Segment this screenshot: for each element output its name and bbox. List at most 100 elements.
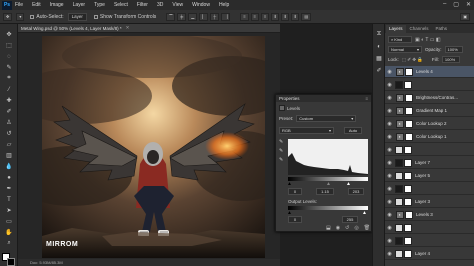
maximize-icon[interactable]: ▢ — [453, 1, 459, 8]
layer-mask-thumbnail[interactable] — [405, 93, 413, 102]
document-tab[interactable]: Metal Wing.psd @ 50% (Levels 4, Layer Ma… — [18, 24, 280, 33]
eraser-tool-icon[interactable]: ▱ — [4, 140, 14, 149]
eye-icon[interactable]: ◉ — [385, 134, 394, 140]
layer-row[interactable]: ◉ ◐ Color Lookup 1 — [385, 131, 474, 143]
menu-view[interactable]: View — [172, 2, 183, 8]
eye-icon[interactable]: ◉ — [385, 147, 394, 153]
move-tool-preset-button[interactable]: ✥ — [3, 12, 13, 21]
layer-row[interactable]: ◉ Layer 5 — [385, 170, 474, 182]
history-brush-tool-icon[interactable]: ↺ — [4, 129, 14, 138]
menu-file[interactable]: File — [15, 2, 23, 8]
tab-layers[interactable]: Layers — [386, 25, 406, 33]
align-vcenter-icon[interactable]: ╪ — [177, 12, 187, 21]
auto-align-icon[interactable]: ▤ — [301, 12, 312, 21]
white-point-eyedropper-icon[interactable]: ✎ — [279, 157, 287, 163]
input-black-field[interactable]: 0 — [288, 188, 302, 195]
eyedropper-tool-icon[interactable]: ⁄ — [4, 85, 14, 94]
align-hcenter-icon[interactable]: ┼ — [210, 12, 220, 21]
layer-mask-thumbnail[interactable] — [404, 197, 412, 206]
eye-icon[interactable]: ◉ — [385, 199, 394, 205]
black-input-slider-icon[interactable]: ▲ — [287, 181, 292, 187]
move-tool-icon[interactable]: ✥ — [4, 30, 14, 39]
output-black-field[interactable]: 0 — [288, 216, 302, 223]
menu-window[interactable]: Window — [192, 2, 210, 8]
menu-image[interactable]: Image — [50, 2, 64, 8]
fill-field[interactable]: 100% — [441, 56, 460, 63]
layer-mask-thumbnail[interactable] — [404, 223, 412, 232]
gamma-input-slider-icon[interactable]: ▲ — [326, 181, 331, 187]
eye-icon[interactable]: ◉ — [385, 108, 394, 114]
layer-row[interactable]: ◉ ◐ Levels 4 — [385, 66, 474, 78]
menu-type[interactable]: Type — [94, 2, 105, 8]
layer-mask-thumbnail[interactable] — [404, 184, 412, 193]
menu-3d[interactable]: 3D — [157, 2, 163, 8]
black-point-eyedropper-icon[interactable]: ✎ — [279, 139, 287, 145]
layer-mask-thumbnail[interactable] — [405, 106, 413, 115]
workspace-icon[interactable]: ▣ — [460, 12, 470, 21]
adjustments-icon[interactable]: ◐ — [374, 42, 384, 51]
layer-mask-thumbnail[interactable] — [404, 145, 412, 154]
path-selection-tool-icon[interactable]: ➤ — [4, 206, 14, 215]
eye-icon[interactable]: ◉ — [385, 160, 394, 166]
brush-tool-icon[interactable]: ✐ — [4, 107, 14, 116]
preset-dropdown-icon[interactable]: ▾ — [16, 12, 25, 21]
pen-tool-icon[interactable]: ✒ — [4, 184, 14, 193]
eye-icon[interactable]: ◉ — [385, 69, 394, 75]
distribute-bottom-icon[interactable]: ≡ — [261, 12, 270, 21]
layer-mask-thumbnail[interactable] — [404, 158, 412, 167]
blur-tool-icon[interactable]: 💧 — [4, 162, 14, 171]
kind-filter-dropdown[interactable]: ⌕ Kind — [388, 36, 412, 43]
filter-icons[interactable]: ▣ ◐ T ▭ ◧ — [415, 37, 441, 43]
eye-icon[interactable]: ◉ — [385, 173, 394, 179]
layer-mask-thumbnail[interactable] — [405, 132, 413, 141]
close-icon[interactable]: ✕ — [466, 1, 471, 8]
distribute-vcenter-icon[interactable]: ≡ — [250, 12, 259, 21]
input-gamma-field[interactable]: 1.15 — [316, 188, 334, 195]
output-white-field[interactable]: 255 — [342, 216, 358, 223]
view-previous-icon[interactable]: ◉ — [336, 225, 340, 231]
auto-select-dropdown[interactable]: Layer — [67, 12, 87, 21]
align-top-icon[interactable]: ▔ — [166, 12, 176, 21]
white-output-slider-icon[interactable]: ▲ — [362, 210, 367, 216]
blend-mode-dropdown[interactable]: Normal ▾ — [388, 46, 422, 53]
distribute-top-icon[interactable]: ≡ — [240, 12, 249, 21]
menu-filter[interactable]: Filter — [137, 2, 148, 8]
hand-tool-icon[interactable]: ✋ — [4, 228, 14, 237]
distribute-right-icon[interactable]: ⦀ — [291, 12, 300, 21]
layer-row[interactable]: ◉ Layer 3 — [385, 196, 474, 208]
background-color-swatch[interactable] — [7, 258, 15, 266]
menu-select[interactable]: Select — [114, 2, 128, 8]
auto-select-checkbox[interactable]: Auto-Select: — [30, 14, 64, 20]
minimize-icon[interactable]: ‒ — [443, 1, 446, 8]
layer-mask-thumbnail[interactable] — [405, 210, 413, 219]
layer-mask-thumbnail[interactable] — [404, 171, 412, 180]
layer-row[interactable]: ◉ — [385, 144, 474, 156]
eye-icon[interactable]: ◉ — [385, 238, 394, 244]
type-tool-icon[interactable]: T — [4, 195, 14, 204]
panel-menu-icon[interactable]: ≡ — [365, 96, 368, 101]
shape-tool-icon[interactable]: ▭ — [4, 217, 14, 226]
tab-channels[interactable]: Channels — [406, 25, 432, 33]
layer-mask-thumbnail[interactable] — [405, 67, 413, 76]
auto-button[interactable]: Auto — [344, 127, 362, 134]
layer-mask-thumbnail[interactable] — [404, 80, 412, 89]
layer-row[interactable]: ◉ Layer 7 — [385, 157, 474, 169]
preset-dropdown[interactable]: Custom ▾ — [296, 115, 357, 122]
history-icon[interactable]: ⧖ — [374, 30, 384, 39]
layer-mask-thumbnail[interactable] — [405, 119, 413, 128]
align-bottom-icon[interactable]: ▁ — [188, 12, 198, 21]
menu-layer[interactable]: Layer — [73, 2, 86, 8]
transform-controls-checkbox[interactable]: Show Transform Controls — [93, 14, 156, 20]
distribute-hcenter-icon[interactable]: ⦀ — [281, 12, 290, 21]
gray-point-eyedropper-icon[interactable]: ✎ — [279, 148, 287, 154]
marquee-tool-icon[interactable]: ⬚ — [4, 41, 14, 50]
layer-mask-thumbnail[interactable] — [404, 236, 412, 245]
clip-to-layer-icon[interactable]: ⬓ — [326, 225, 331, 231]
align-right-icon[interactable]: ▕ — [221, 12, 231, 21]
zoom-tool-icon[interactable]: ⌕ — [4, 239, 14, 248]
clone-stamp-tool-icon[interactable]: ♙ — [4, 118, 14, 127]
white-input-slider-icon[interactable]: ▲ — [346, 181, 351, 187]
crop-tool-icon[interactable]: ⌗ — [4, 74, 14, 83]
layer-row[interactable]: ◉ ◐ Gradient Map 1 — [385, 105, 474, 117]
layer-row[interactable]: ◉ — [385, 183, 474, 195]
